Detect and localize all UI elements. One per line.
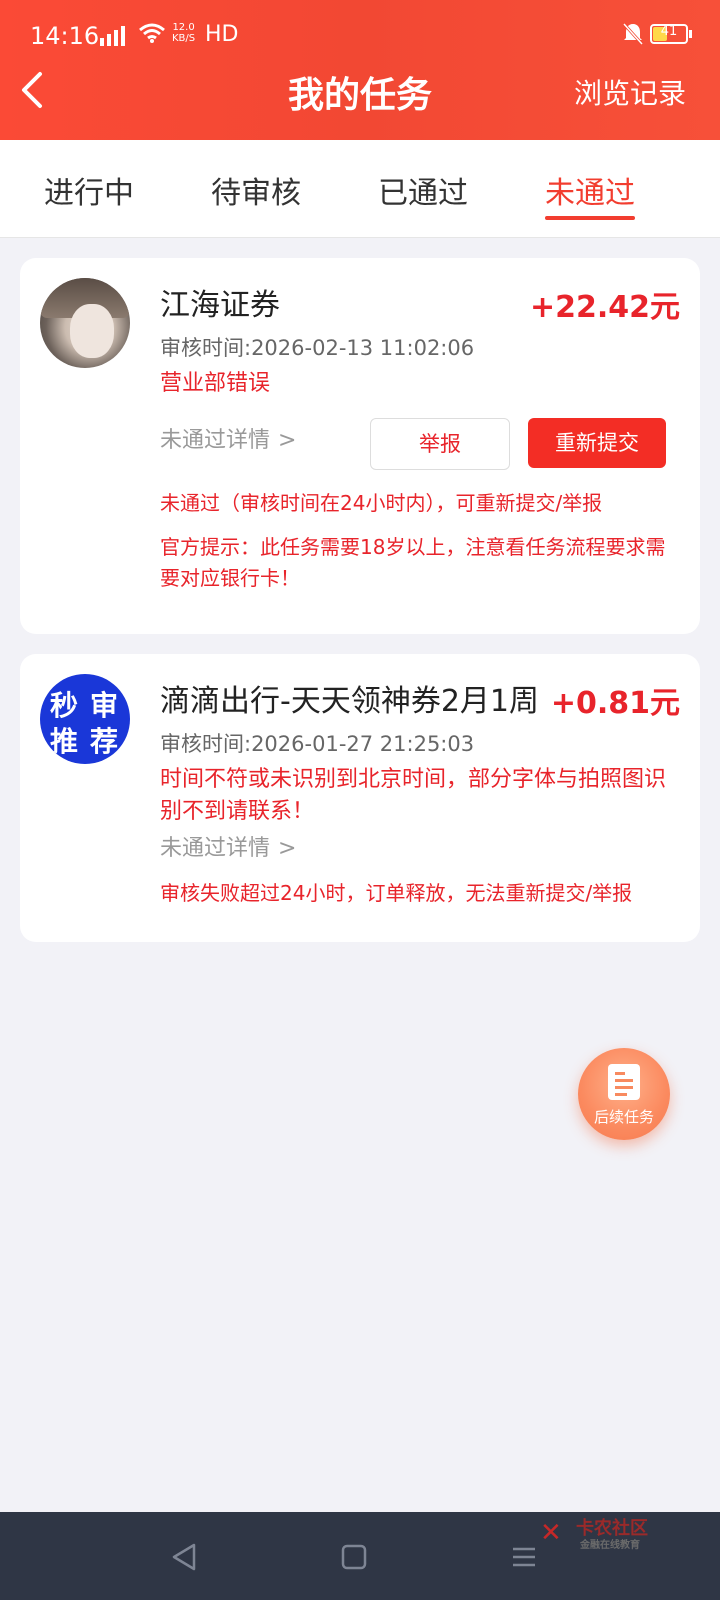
nav-menu-button[interactable] [510,1542,538,1576]
task-title: 江海证券 [160,288,280,323]
speed-value: 12.0 [172,22,195,33]
rejection-details-link[interactable]: 未通过详情 > [160,422,296,454]
bell-muted-icon [622,22,644,52]
battery-icon: 41 [650,24,688,44]
status-tabs: 进行中 待审核 已通过 未通过 [0,140,720,238]
rejection-details-label: 未通过详情 [160,428,271,453]
square-home-icon [341,1544,367,1570]
battery-level: 41 [660,24,678,39]
task-reward: +22.42元 [529,290,680,325]
watermark-icon: ✕ [540,1518,562,1548]
watermark-logo: ✕ 卡农社区 金融在线教育 [540,1512,670,1552]
battery-tip [689,30,692,38]
status-bar: 14:16 12.0 KB/S HD 41 [0,18,720,54]
official-tip: 官方提示：此任务需要18岁以上，注意看任务流程要求需要对应银行卡！ [160,535,666,590]
chevron-right-icon: > [278,428,297,453]
task-title: 滴滴出行-天天领神券2月1周 [160,684,539,719]
page-title: 我的任务 [287,75,432,116]
report-button[interactable]: 举报 [370,418,510,470]
status-note: 审核失败超过24小时，订单释放，无法重新提交/举报 [160,881,633,905]
chevron-right-icon: > [278,836,297,861]
task-card[interactable]: 秒 审 推 荐 滴滴出行-天天领神券2月1周 +0.81元 审核时间:2026-… [20,654,700,942]
triangle-back-icon [172,1543,196,1571]
menu-icon [513,1547,535,1567]
browse-history-link[interactable]: 浏览记录 [574,72,686,112]
status-note: 未通过（审核时间在24小时内），可重新提交/举报 [160,491,603,515]
task-reward: +0.81元 [550,686,680,721]
tab-pending-review[interactable]: 待审核 [211,168,301,212]
hd-indicator: HD [205,22,239,47]
back-button[interactable] [16,68,56,112]
nav-back-button[interactable] [170,1542,198,1576]
rejection-details-link[interactable]: 未通过详情 > [160,830,296,862]
tab-rejected[interactable]: 未通过 [545,168,635,212]
network-speed: 12.0 KB/S [172,22,195,44]
follow-up-tasks-button[interactable]: 后续任务 [578,1048,670,1140]
task-card[interactable]: 江海证券 +22.42元 审核时间:2026-02-13 11:02:06 营业… [20,258,700,634]
avatar [40,278,130,368]
avatar-char: 荐 [90,725,119,758]
app-header: 14:16 12.0 KB/S HD 41 我的任务 浏览记录 [0,0,720,140]
tab-approved[interactable]: 已通过 [378,168,468,212]
fab-label: 后续任务 [593,1108,654,1126]
avatar-char: 秒 [50,689,79,722]
resubmit-button[interactable]: 重新提交 [528,418,666,468]
avatar: 秒 审 推 荐 [40,674,130,764]
wifi-icon [138,22,166,50]
tab-in-progress[interactable]: 进行中 [44,168,134,212]
watermark-subtitle: 金融在线教育 [580,1540,640,1551]
rejection-reason: 时间不符或未识别到北京时间，部分字体与拍照图识别不到请联系！ [160,767,667,824]
avatar-char: 审 [90,689,119,722]
status-time: 14:16 [30,22,100,50]
active-tab-indicator [545,216,635,220]
chevron-left-icon [22,72,42,108]
avatar-char: 推 [50,725,79,758]
review-time: 审核时间:2026-02-13 11:02:06 [160,336,475,360]
rejection-reason: 营业部错误 [160,371,271,396]
review-time: 审核时间:2026-01-27 21:25:03 [160,732,475,756]
rejection-details-label: 未通过详情 [160,836,271,861]
speed-unit: KB/S [172,33,196,44]
nav-home-button[interactable] [340,1542,368,1576]
signal-icon [100,24,132,51]
document-icon [608,1064,640,1100]
